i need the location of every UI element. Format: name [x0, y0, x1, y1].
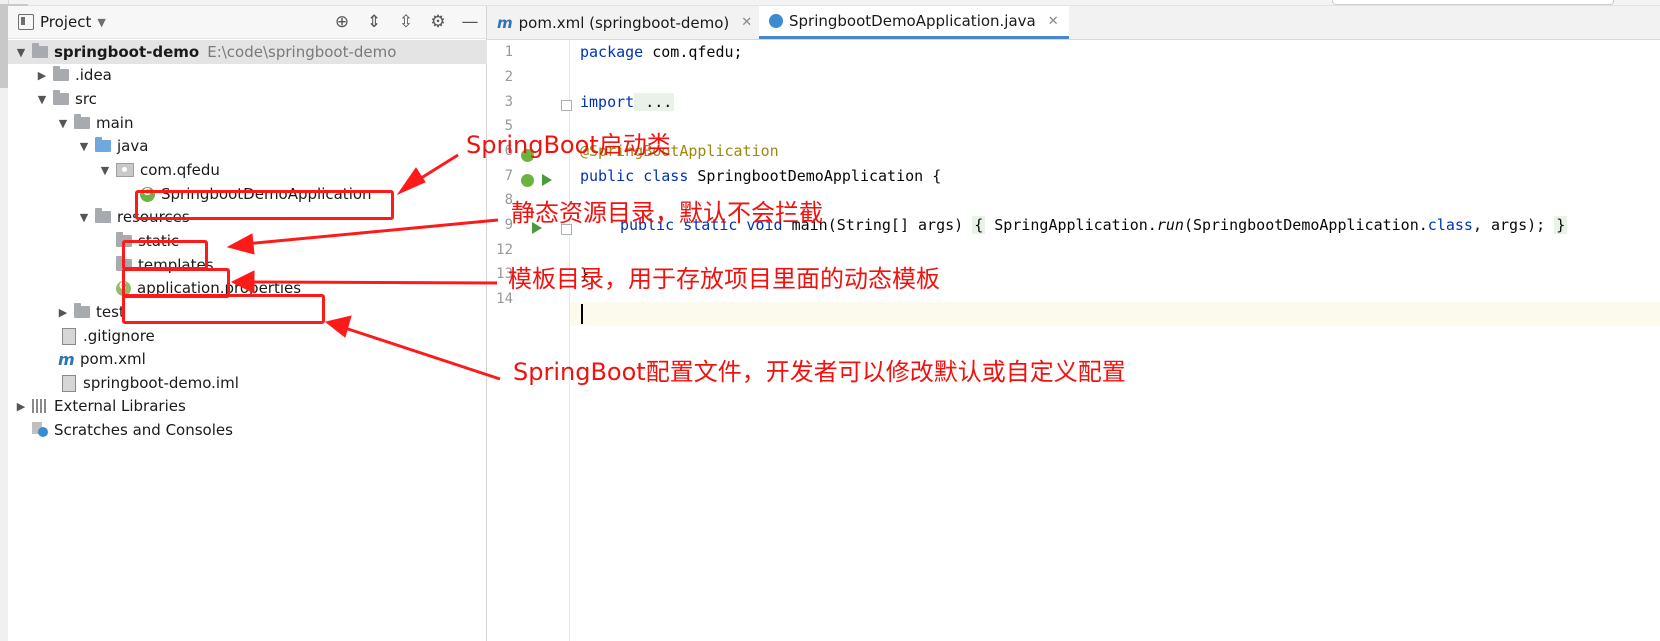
arrow-static	[244, 218, 499, 246]
arrow-templates	[247, 280, 498, 285]
arrowhead-properties	[324, 315, 352, 338]
note-static: 静态资源目录，默认不会拦截	[511, 199, 823, 227]
arrow-properties	[344, 326, 501, 381]
annotation-arrows	[226, 153, 501, 381]
arrowhead-static	[226, 233, 255, 255]
note-main-class: SpringBoot启动类	[466, 131, 671, 159]
arrowhead-templates	[230, 270, 255, 294]
arrowhead-main-class	[396, 167, 426, 196]
note-templates: 模板目录，用于存放项目里面的动态模板	[508, 265, 940, 293]
note-properties: SpringBoot配置文件，开发者可以修改默认或自定义配置	[513, 358, 1126, 386]
